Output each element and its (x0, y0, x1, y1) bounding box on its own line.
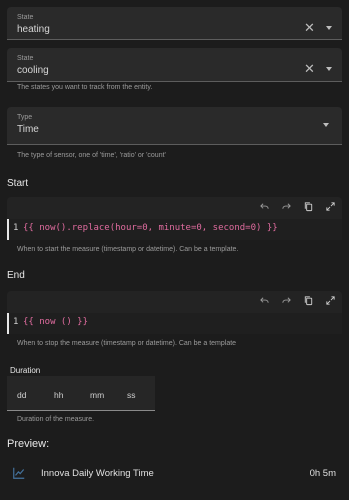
chevron-down-icon[interactable] (326, 26, 332, 30)
clear-icon[interactable]: ✕ (304, 21, 315, 34)
copy-icon[interactable] (303, 201, 314, 212)
line-number: 1 (13, 223, 19, 233)
editor-toolbar (259, 201, 336, 212)
state-field-label: State (17, 14, 34, 21)
start-section-title: Start (7, 178, 29, 189)
state-field-heating[interactable]: State heating ✕ (7, 7, 342, 40)
redo-icon[interactable] (281, 201, 292, 212)
undo-icon[interactable] (259, 295, 270, 306)
duration-input[interactable]: dd hh mm ss (7, 376, 155, 411)
editor-toolbar (259, 295, 336, 306)
end-template-editor[interactable]: 1 {{ now () }} (7, 291, 342, 334)
state-field-label: State (17, 55, 34, 62)
preview-entity-name: Innova Daily Working Time (41, 468, 154, 479)
preview-entity-value: 0h 5m (309, 468, 336, 479)
duration-seconds-field[interactable]: ss (127, 390, 136, 400)
chevron-down-icon[interactable] (326, 67, 332, 71)
fullscreen-icon[interactable] (325, 295, 336, 306)
chevron-down-icon[interactable] (323, 123, 329, 127)
code-text[interactable]: {{ now () }} (23, 317, 88, 327)
code-text[interactable]: {{ now().replace(hour=0, minute=0, secon… (23, 223, 278, 233)
code-line[interactable]: 1 {{ now().replace(hour=0, minute=0, sec… (7, 219, 342, 240)
redo-icon[interactable] (281, 295, 292, 306)
type-select-label: Type (17, 114, 33, 121)
fullscreen-icon[interactable] (325, 201, 336, 212)
state-field-value: cooling (17, 65, 49, 76)
state-field-value: heating (17, 24, 50, 35)
line-number: 1 (13, 317, 19, 327)
duration-hours-field[interactable]: hh (54, 390, 63, 400)
code-line[interactable]: 1 {{ now () }} (7, 313, 342, 334)
undo-icon[interactable] (259, 201, 270, 212)
preview-entity-row[interactable]: Innova Daily Working Time 0h 5m (0, 462, 349, 486)
end-helper-text: When to stop the measure (timestamp or d… (17, 340, 237, 347)
state-field-cooling[interactable]: State cooling ✕ (7, 48, 342, 82)
type-helper-text: The type of sensor, one of 'time', 'rati… (17, 152, 166, 159)
duration-minutes-field[interactable]: mm (90, 390, 104, 400)
start-template-editor[interactable]: 1 {{ now().replace(hour=0, minute=0, sec… (7, 197, 342, 240)
type-select-value: Time (17, 124, 39, 135)
type-select[interactable]: Type Time (7, 107, 342, 145)
duration-days-field[interactable]: dd (17, 390, 26, 400)
states-helper-text: The states you want to track from the en… (17, 84, 153, 91)
duration-title: Duration (10, 366, 41, 375)
duration-helper-text: Duration of the measure. (17, 416, 95, 423)
end-section-title: End (7, 270, 25, 281)
chart-line-icon (13, 467, 25, 479)
copy-icon[interactable] (303, 295, 314, 306)
preview-title: Preview: (7, 438, 50, 450)
start-helper-text: When to start the measure (timestamp or … (17, 246, 239, 253)
clear-icon[interactable]: ✕ (304, 62, 315, 75)
